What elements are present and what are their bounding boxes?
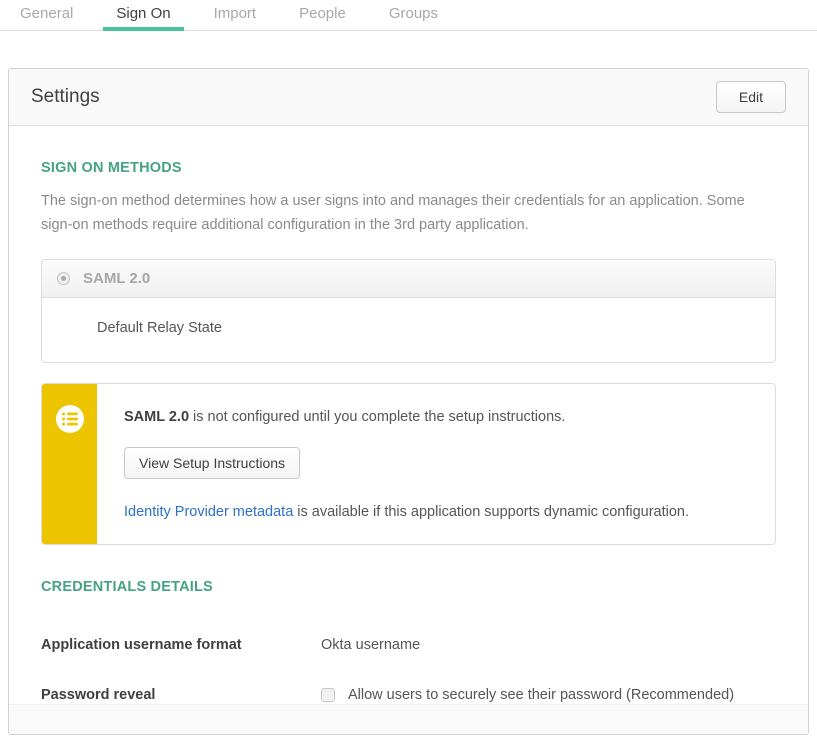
edit-button[interactable]: Edit <box>716 81 786 113</box>
password-reveal-label: Password reveal <box>41 687 321 703</box>
callout-message-app: SAML 2.0 <box>124 409 189 425</box>
callout-yellow-stripe <box>42 384 97 544</box>
callout-link-rest: is available if this application support… <box>293 504 689 520</box>
settings-panel-footer <box>9 704 808 734</box>
default-relay-state-label: Default Relay State <box>97 320 222 336</box>
password-reveal-checkbox[interactable] <box>321 688 335 702</box>
tab-sign-on[interactable]: Sign On <box>103 0 183 31</box>
callout-link-line: Identity Provider metadata is available … <box>124 504 755 520</box>
saml-method-radio[interactable] <box>57 272 70 285</box>
saml-method-body: Default Relay State <box>42 298 775 362</box>
saml-method-box: SAML 2.0 Default Relay State <box>41 259 776 363</box>
callout-message-rest: is not configured until you complete the… <box>189 409 565 425</box>
sign-on-methods-heading: SIGN ON METHODS <box>41 160 776 176</box>
username-format-value: Okta username <box>321 637 420 653</box>
settings-panel-body: SIGN ON METHODS The sign-on method deter… <box>9 126 808 704</box>
setup-callout: SAML 2.0 is not configured until you com… <box>41 383 776 545</box>
identity-provider-metadata-link[interactable]: Identity Provider metadata <box>124 504 293 520</box>
saml-method-name: SAML 2.0 <box>83 270 150 287</box>
username-format-row: Application username format Okta usernam… <box>41 637 776 653</box>
password-reveal-value: Allow users to securely see their passwo… <box>321 687 734 703</box>
callout-content: SAML 2.0 is not configured until you com… <box>97 384 775 544</box>
sign-on-methods-description: The sign-on method determines how a user… <box>41 189 776 237</box>
tab-people[interactable]: People <box>286 0 359 31</box>
tab-import[interactable]: Import <box>201 0 270 31</box>
tab-general[interactable]: General <box>7 0 86 31</box>
view-setup-instructions-button[interactable]: View Setup Instructions <box>124 447 300 479</box>
callout-message: SAML 2.0 is not configured until you com… <box>124 409 755 425</box>
settings-panel: Settings Edit SIGN ON METHODS The sign-o… <box>8 68 809 735</box>
settings-panel-header: Settings Edit <box>9 69 808 126</box>
app-tab-bar: General Sign On Import People Groups <box>0 0 817 31</box>
password-reveal-row: Password reveal Allow users to securely … <box>41 687 776 703</box>
credentials-details-heading: CREDENTIALS DETAILS <box>41 579 776 595</box>
page-title: Settings <box>31 86 716 108</box>
username-format-label: Application username format <box>41 637 321 653</box>
password-reveal-checkbox-label: Allow users to securely see their passwo… <box>348 687 734 703</box>
saml-method-header: SAML 2.0 <box>42 260 775 298</box>
list-icon <box>56 405 84 433</box>
tab-groups[interactable]: Groups <box>376 0 451 31</box>
